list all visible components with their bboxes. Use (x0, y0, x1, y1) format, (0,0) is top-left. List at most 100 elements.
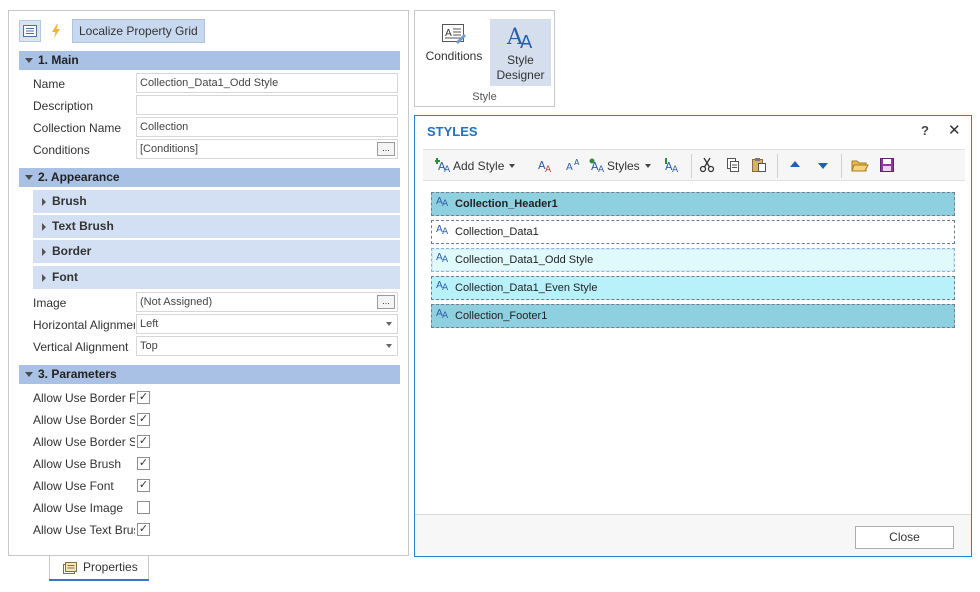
style-designer-button[interactable]: AA Style Designer (490, 19, 551, 86)
section-main-header[interactable]: 1. Main (19, 51, 400, 70)
image-ellipsis-button[interactable]: ... (377, 295, 395, 309)
text-style-icon: AA (436, 277, 452, 299)
conditions-button[interactable]: A Conditions (422, 19, 486, 79)
style-from-component-button[interactable]: AA (537, 155, 555, 177)
toolbar-separator (691, 154, 692, 178)
add-style-button[interactable]: AA Add Style (434, 155, 516, 177)
expand-arrow-icon (42, 273, 46, 282)
section-parameters-title: 3. Parameters (38, 367, 117, 381)
style-row-header[interactable]: AA Collection_Header1 (431, 192, 955, 216)
style-designer-icon: AA (490, 19, 551, 53)
collapse-arrow-icon (25, 372, 33, 378)
text-style-icon: AA (436, 221, 452, 243)
localize-property-grid-button[interactable]: Localize Property Grid (72, 19, 205, 43)
section-parameters-header[interactable]: 3. Parameters (19, 365, 400, 384)
dropdown-arrow-icon[interactable] (386, 344, 392, 348)
apply-style-icon: AA (663, 157, 681, 176)
prop-label-name: Name (33, 77, 66, 91)
save-icon (879, 157, 895, 176)
expand-arrow-icon (42, 197, 46, 206)
open-button[interactable] (851, 155, 869, 177)
style-row-label: Collection_Footer1 (455, 310, 548, 322)
group-text-brush-label: Text Brush (52, 219, 114, 233)
property-list-icon[interactable] (19, 20, 41, 42)
style-row-data[interactable]: AA Collection_Data1 (431, 220, 955, 244)
move-down-button[interactable] (816, 155, 830, 177)
collapse-arrow-icon (25, 58, 33, 64)
lightning-icon[interactable] (45, 20, 67, 42)
text-style-red-icon: AA (537, 157, 555, 176)
param-checkbox[interactable]: ✓ (137, 413, 150, 426)
svg-text:A: A (566, 162, 573, 173)
section-appearance-title: 2. Appearance (38, 170, 120, 184)
arrow-down-icon (816, 158, 830, 175)
param-checkbox[interactable]: ✓ (137, 479, 150, 492)
prop-value-horizontal-alignment[interactable]: Left (136, 314, 398, 334)
close-button[interactable]: Close (855, 526, 954, 549)
scissors-icon (699, 157, 715, 176)
add-style-label: Add Style (453, 159, 505, 173)
group-text-brush[interactable]: Text Brush (33, 215, 400, 238)
group-border-label: Border (52, 244, 92, 258)
group-border[interactable]: Border (33, 240, 400, 263)
conditions-ellipsis-button[interactable]: ... (377, 142, 395, 156)
svg-text:A: A (442, 283, 449, 291)
param-label: Allow Use Text Brush (33, 523, 135, 537)
text-style-icon: AA (436, 249, 452, 271)
cut-button[interactable] (699, 155, 715, 177)
help-icon[interactable]: ? (921, 123, 929, 138)
param-label: Allow Use Border Sides (33, 413, 135, 427)
group-brush[interactable]: Brush (33, 190, 400, 213)
tab-properties[interactable]: Properties (49, 556, 149, 581)
prop-value-vertical-alignment[interactable]: Top (136, 336, 398, 356)
text-style-icon: AA (436, 305, 452, 327)
save-button[interactable] (879, 155, 895, 177)
folder-open-icon (851, 157, 869, 176)
toolbar-separator (777, 154, 778, 178)
style-row-label: Collection_Data1_Even Style (455, 282, 598, 294)
copy-button[interactable] (725, 155, 741, 177)
svg-text:A: A (672, 165, 679, 173)
svg-text:A: A (545, 165, 552, 173)
styles-dialog: STYLES ? ✕ AA Add Style AA AA AA Styles … (414, 115, 972, 557)
text-style-icon: AA (565, 157, 583, 176)
prop-value-description[interactable] (136, 95, 398, 115)
prop-value-name[interactable]: Collection_Data1_Odd Style (136, 73, 398, 93)
style-row-label: Collection_Header1 (455, 198, 558, 210)
apply-styles-button[interactable]: AA (663, 155, 681, 177)
group-font[interactable]: Font (33, 266, 400, 289)
section-appearance-header[interactable]: 2. Appearance (19, 168, 400, 187)
paste-button[interactable] (751, 155, 767, 177)
param-checkbox[interactable]: ✓ (137, 391, 150, 404)
collapse-arrow-icon (25, 175, 33, 181)
param-label: Allow Use Border Formatting (33, 391, 135, 405)
tab-properties-label: Properties (83, 560, 138, 574)
prop-label-horizontal-alignment: Horizontal Alignment (33, 318, 135, 332)
dropdown-arrow-icon[interactable] (386, 322, 392, 326)
style-row-odd-selected[interactable]: AA Collection_Data1_Odd Style (431, 248, 955, 272)
prop-value-image[interactable]: (Not Assigned) ... (136, 292, 398, 312)
styles-dropdown-button[interactable]: AA Styles (589, 155, 651, 177)
create-style-collection-button[interactable]: AA (565, 155, 583, 177)
move-up-button[interactable] (788, 155, 802, 177)
prop-value-collection-name[interactable]: Collection (136, 117, 398, 137)
svg-text:A: A (598, 165, 605, 173)
svg-text:A: A (520, 32, 533, 50)
copy-icon (725, 157, 741, 176)
style-row-even[interactable]: AA Collection_Data1_Even Style (431, 276, 955, 300)
dropdown-arrow-icon (644, 164, 651, 168)
prop-value-conditions[interactable]: [Conditions] ... (136, 139, 398, 159)
conditions-button-label: Conditions (425, 49, 483, 63)
tab-active-indicator (49, 579, 149, 581)
param-checkbox[interactable]: ✓ (137, 457, 150, 470)
close-icon[interactable]: ✕ (948, 121, 961, 139)
svg-text:A: A (574, 158, 580, 167)
param-checkbox[interactable]: ✓ (137, 435, 150, 448)
style-row-footer[interactable]: AA Collection_Footer1 (431, 304, 955, 328)
prop-label-vertical-alignment: Vertical Alignment (33, 340, 129, 354)
param-checkbox[interactable]: ✓ (137, 523, 150, 536)
paste-icon (751, 157, 767, 176)
param-checkbox[interactable] (137, 501, 150, 514)
ribbon-group-label: Style (472, 91, 497, 103)
styles-dropdown-label: Styles (607, 159, 640, 173)
